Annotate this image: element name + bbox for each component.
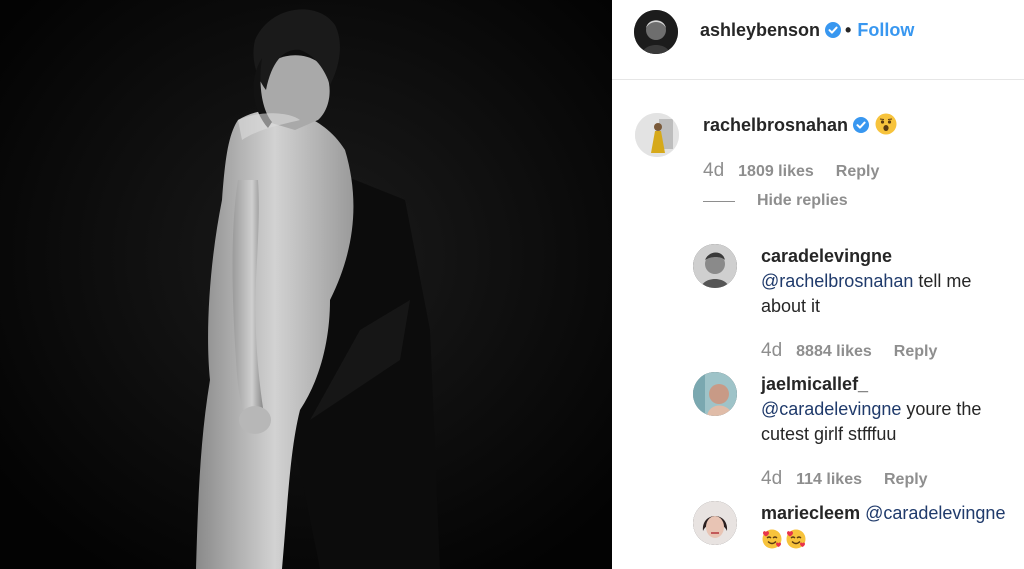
- post-sidebar: ashleybenson • Follow rachelbrosnahan 4d 18…: [612, 0, 1024, 569]
- post-header: ashleybenson • Follow: [612, 0, 1024, 80]
- commenter-avatar[interactable]: [693, 501, 737, 545]
- surprised-face-emoji-icon: [875, 113, 897, 135]
- hide-replies-line: [703, 201, 735, 202]
- hide-replies-button[interactable]: Hide replies: [757, 192, 848, 210]
- commenter-username[interactable]: jaelmicallef_: [761, 374, 868, 394]
- mention-link[interactable]: @rachelbrosnahan: [761, 271, 913, 291]
- post-photo[interactable]: [0, 0, 612, 569]
- commenter-avatar[interactable]: [693, 372, 737, 416]
- author-avatar[interactable]: [634, 10, 678, 54]
- comment-likes[interactable]: 1809 likes: [738, 163, 814, 180]
- reply-button[interactable]: Reply: [836, 163, 880, 180]
- follow-button[interactable]: Follow: [857, 20, 914, 40]
- comment-age: 4d: [761, 468, 783, 489]
- author-username[interactable]: ashleybenson: [700, 20, 820, 40]
- comment-meta: 4d 114 likes Reply: [761, 468, 928, 490]
- verified-badge-icon: [853, 117, 870, 133]
- verified-badge-icon: [825, 22, 842, 38]
- commenter-username[interactable]: rachelbrosnahan: [703, 115, 848, 135]
- reply-button[interactable]: Reply: [884, 471, 928, 488]
- commenter-avatar[interactable]: [635, 113, 679, 157]
- mention-link[interactable]: @caradelevingne: [761, 399, 901, 419]
- comment-text: rachelbrosnahan: [703, 113, 897, 138]
- comment-text: jaelmicallef_ @caradelevingne youre the …: [761, 372, 981, 447]
- comment-text: mariecleem @caradelevingne: [761, 501, 1005, 553]
- separator-dot: •: [845, 20, 852, 40]
- reply-button[interactable]: Reply: [894, 343, 938, 360]
- comment-text: caradelevingne @rachelbrosnahan tell me …: [761, 244, 971, 319]
- commenter-username[interactable]: caradelevingne: [761, 246, 892, 266]
- comment-body-line2: cutest girlf stfffuu: [761, 424, 897, 444]
- commenter-avatar[interactable]: [693, 244, 737, 288]
- commenter-username[interactable]: mariecleem: [761, 503, 860, 523]
- comment-likes[interactable]: 114 likes: [796, 471, 862, 488]
- comment-body-line2: about it: [761, 296, 821, 316]
- post-image: [0, 0, 612, 569]
- smiling-face-with-hearts-icon: [761, 528, 783, 550]
- comment-likes[interactable]: 8884 likes: [796, 343, 872, 360]
- comment-body: youre the: [901, 399, 982, 419]
- comment-body: tell me: [913, 271, 972, 291]
- comment-meta: 4d 8884 likes Reply: [761, 340, 937, 362]
- comment-age: 4d: [703, 160, 725, 181]
- mention-link[interactable]: @caradelevingne: [865, 503, 1005, 523]
- comment-age: 4d: [761, 340, 783, 361]
- comment-meta: 4d 1809 likes Reply: [703, 160, 879, 182]
- smiling-face-with-hearts-icon: [785, 528, 807, 550]
